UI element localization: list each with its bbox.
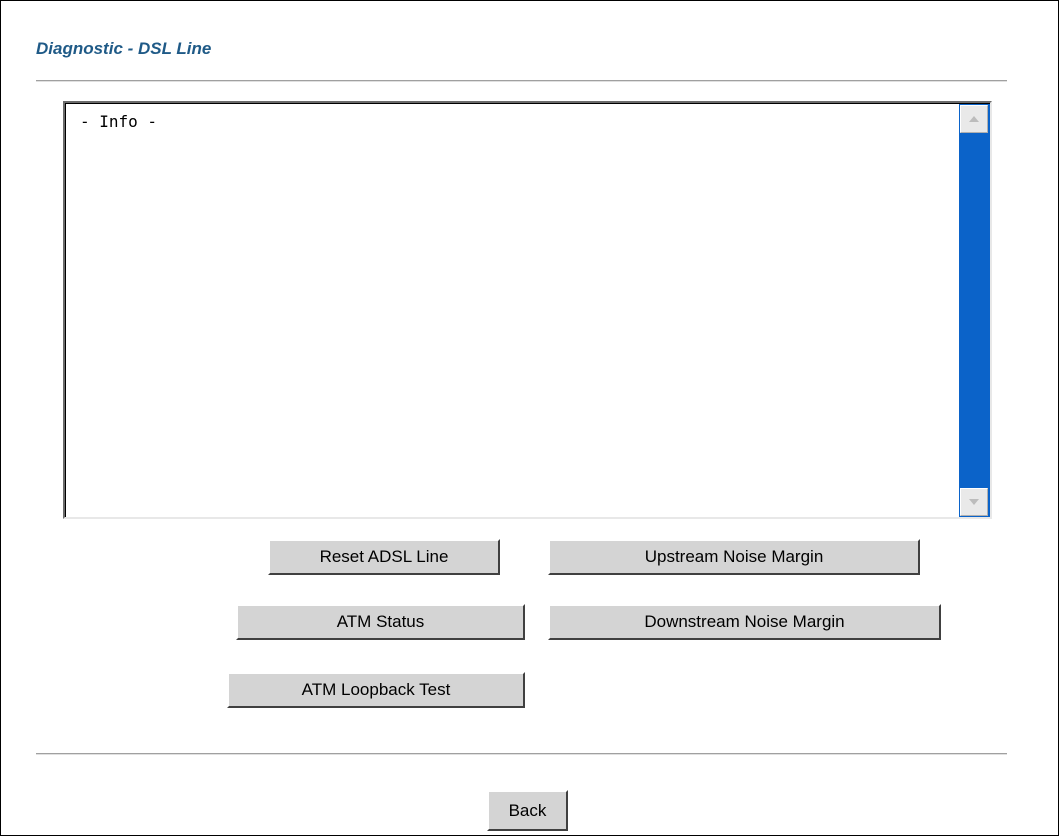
page-frame: Diagnostic - DSL Line - Info - Reset ADS… — [0, 0, 1059, 836]
top-divider — [36, 80, 1007, 82]
atm-status-button[interactable]: ATM Status — [236, 604, 525, 640]
upstream-noise-margin-button[interactable]: Upstream Noise Margin — [548, 539, 920, 575]
page-title: Diagnostic - DSL Line — [36, 39, 212, 58]
scroll-up-arrow-icon — [969, 116, 979, 122]
scroll-down-arrow-icon — [969, 499, 979, 505]
bottom-divider — [36, 753, 1007, 755]
info-textarea[interactable]: - Info - — [63, 101, 992, 519]
info-text: - Info - — [80, 112, 158, 131]
info-scrollbar[interactable] — [959, 104, 990, 517]
scroll-down-button[interactable] — [960, 488, 988, 516]
back-button[interactable]: Back — [487, 790, 568, 831]
info-textarea-inner: - Info - — [65, 103, 990, 517]
downstream-noise-margin-button[interactable]: Downstream Noise Margin — [548, 604, 941, 640]
atm-loopback-test-button[interactable]: ATM Loopback Test — [227, 672, 525, 708]
scroll-up-button[interactable] — [960, 105, 988, 133]
reset-adsl-line-button[interactable]: Reset ADSL Line — [268, 539, 500, 575]
